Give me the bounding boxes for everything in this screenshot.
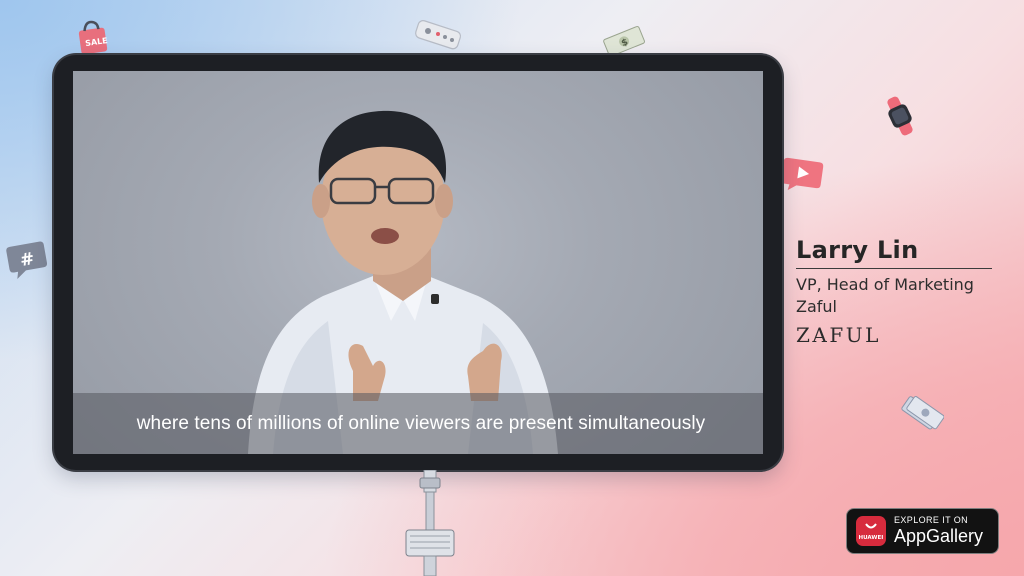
badge-small-text: EXPLORE IT ON	[894, 515, 969, 525]
subtitle-text: where tens of millions of online viewers…	[136, 412, 706, 434]
play-button-icon	[780, 154, 824, 194]
speaker-divider	[796, 268, 992, 269]
huawei-logo-text: HUAWEI	[859, 535, 884, 541]
speaker-info: Larry Lin VP, Head of Marketing Zaful ZA…	[796, 234, 996, 348]
tablet-stand	[405, 470, 455, 576]
appgallery-badge[interactable]: HUAWEI EXPLORE IT ON AppGallery	[846, 508, 999, 554]
badge-large-text: AppGallery	[894, 526, 984, 546]
money-bills-icon	[898, 392, 944, 432]
tablet-frame: where tens of millions of online viewers…	[54, 55, 782, 470]
video-player[interactable]: where tens of millions of online viewers…	[73, 71, 763, 454]
smartwatch-icon	[880, 94, 920, 138]
speaker-role: VP, Head of Marketing	[796, 275, 974, 294]
dollar-bill-icon: $	[601, 24, 649, 58]
huawei-appgallery-icon: HUAWEI	[856, 516, 886, 546]
shopping-bag-icon: SALE	[74, 18, 114, 58]
speaker-name: Larry Lin	[796, 236, 919, 264]
remote-control-icon	[412, 18, 466, 54]
subtitle-bar: where tens of millions of online viewers…	[73, 393, 763, 454]
zaful-logo: ZAFUL	[796, 323, 881, 347]
badge-text: EXPLORE IT ON AppGallery	[894, 515, 983, 547]
speaker-company: Zaful	[796, 297, 837, 316]
hashtag-bubble-icon: #	[4, 238, 50, 280]
